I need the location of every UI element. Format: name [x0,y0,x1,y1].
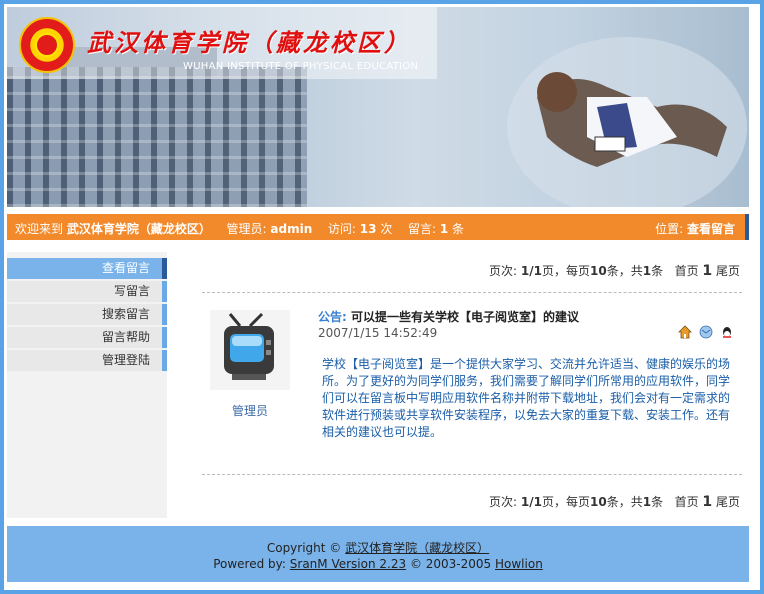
admin-value: admin [270,222,313,236]
footer: Copyright © 武汉体育学院（藏龙校区） Powered by: Sra… [7,526,749,582]
powered-line: Powered by: SranM Version 2.23 © 2003-20… [7,556,749,572]
powered-prefix: Powered by: [213,557,286,571]
post-body: 学校【电子阅览室】是一个提供大家学习、交流并允许适当、健康的娱乐的场所。为了更好… [322,357,731,439]
pager-total-unit: 条 [651,264,664,278]
post-title: 公告: 可以提一些有关学校【电子阅览室】的建议 [318,308,579,325]
tv-icon [224,312,274,380]
pager-per-page: 10 [590,264,607,278]
current-page: 1 [702,494,713,510]
welcome-text: 欢迎来到 [15,222,64,236]
header-banner: 武汉体育学院（藏龙校区） WUHAN INSTITUTE OF PHYSICAL… [7,7,749,207]
pager-label: 页次: [489,264,518,278]
location-label: 位置: [655,222,684,236]
copyright-line: Copyright © 武汉体育学院（藏龙校区） [7,540,749,556]
messages-value: 1 [439,222,449,236]
title-box: 武汉体育学院（藏龙校区） WUHAN INSTITUTE OF PHYSICAL… [7,7,437,79]
pager-page: 1/1 [520,495,542,509]
post-date: 2007/1/15 14:52:49 [318,326,438,340]
building-windows [7,67,307,207]
info-bar-left: 欢迎来到 武汉体育学院（藏龙校区） 管理员: admin 访问: 13 次 留言… [15,220,464,237]
avatar [210,310,290,390]
pager-page: 1/1 [520,264,542,278]
current-page: 1 [702,263,713,279]
email-icon[interactable] [699,325,713,339]
visits-unit: 次 [380,222,393,236]
location: 位置: 查看留言 [655,220,735,237]
pager-total: 1 [642,495,652,509]
nav-view-messages[interactable]: 查看留言 [7,258,167,279]
divider-top [202,292,742,293]
nav-help[interactable]: 留言帮助 [7,327,167,348]
divider-bottom [202,474,742,475]
nav-admin-login[interactable]: 管理登陆 [7,350,167,371]
pager-total-unit: 条 [651,495,664,509]
nav-write-message[interactable]: 写留言 [7,281,167,302]
nav-search-messages[interactable]: 搜索留言 [7,304,167,325]
pager-per-page: 10 [590,495,607,509]
first-page-link[interactable]: 首页 [675,495,699,509]
powered-link[interactable]: SranM Version 2.23 [290,557,406,571]
site-name: 武汉体育学院（藏龙校区） [66,222,211,236]
pager-label: 页次: [489,495,518,509]
site-title: 武汉体育学院（藏龙校区） [87,28,411,57]
pager-total: 1 [642,264,652,278]
powered-mid: © 2003-2005 [409,557,492,571]
pager-bottom: 页次: 1/1页，每页10条，共1条 首页 1 尾页 [489,493,740,510]
pager-page-unit: 页，每页 [542,264,591,278]
post-label: 公告: [318,310,347,324]
last-page-link[interactable]: 尾页 [716,264,740,278]
pager-per-page-unit: 条，共 [606,495,643,509]
location-value: 查看留言 [686,222,735,236]
author-link[interactable]: Howlion [495,557,543,571]
runner-image [507,37,747,207]
post-actions [678,324,737,339]
home-icon[interactable] [678,324,692,339]
site-title-en: WUHAN INSTITUTE OF PHYSICAL EDUCATION [183,61,419,72]
post-title-text: 可以提一些有关学校【电子阅览室】的建议 [351,310,580,324]
admin-label: 管理员: [226,222,267,236]
pager-page-unit: 页，每页 [542,495,591,509]
pager-per-page-unit: 条，共 [606,264,643,278]
last-page-link[interactable]: 尾页 [716,495,740,509]
author-name[interactable]: 管理员 [220,402,280,419]
info-bar: 欢迎来到 武汉体育学院（藏龙校区） 管理员: admin 访问: 13 次 留言… [7,214,749,240]
school-logo [19,17,75,73]
copyright-prefix: Copyright © [266,541,342,555]
messages-unit: 条 [452,222,465,236]
first-page-link[interactable]: 首页 [675,264,699,278]
visits-value: 13 [359,222,377,236]
pager-top: 页次: 1/1页，每页10条，共1条 首页 1 尾页 [489,262,740,279]
qq-icon[interactable] [720,325,734,339]
messages-label: 留言: [407,222,437,236]
sidebar: 查看留言 写留言 搜索留言 留言帮助 管理登陆 [7,252,167,518]
visits-label: 访问: [327,222,356,236]
copyright-link[interactable]: 武汉体育学院（藏龙校区） [345,541,489,555]
